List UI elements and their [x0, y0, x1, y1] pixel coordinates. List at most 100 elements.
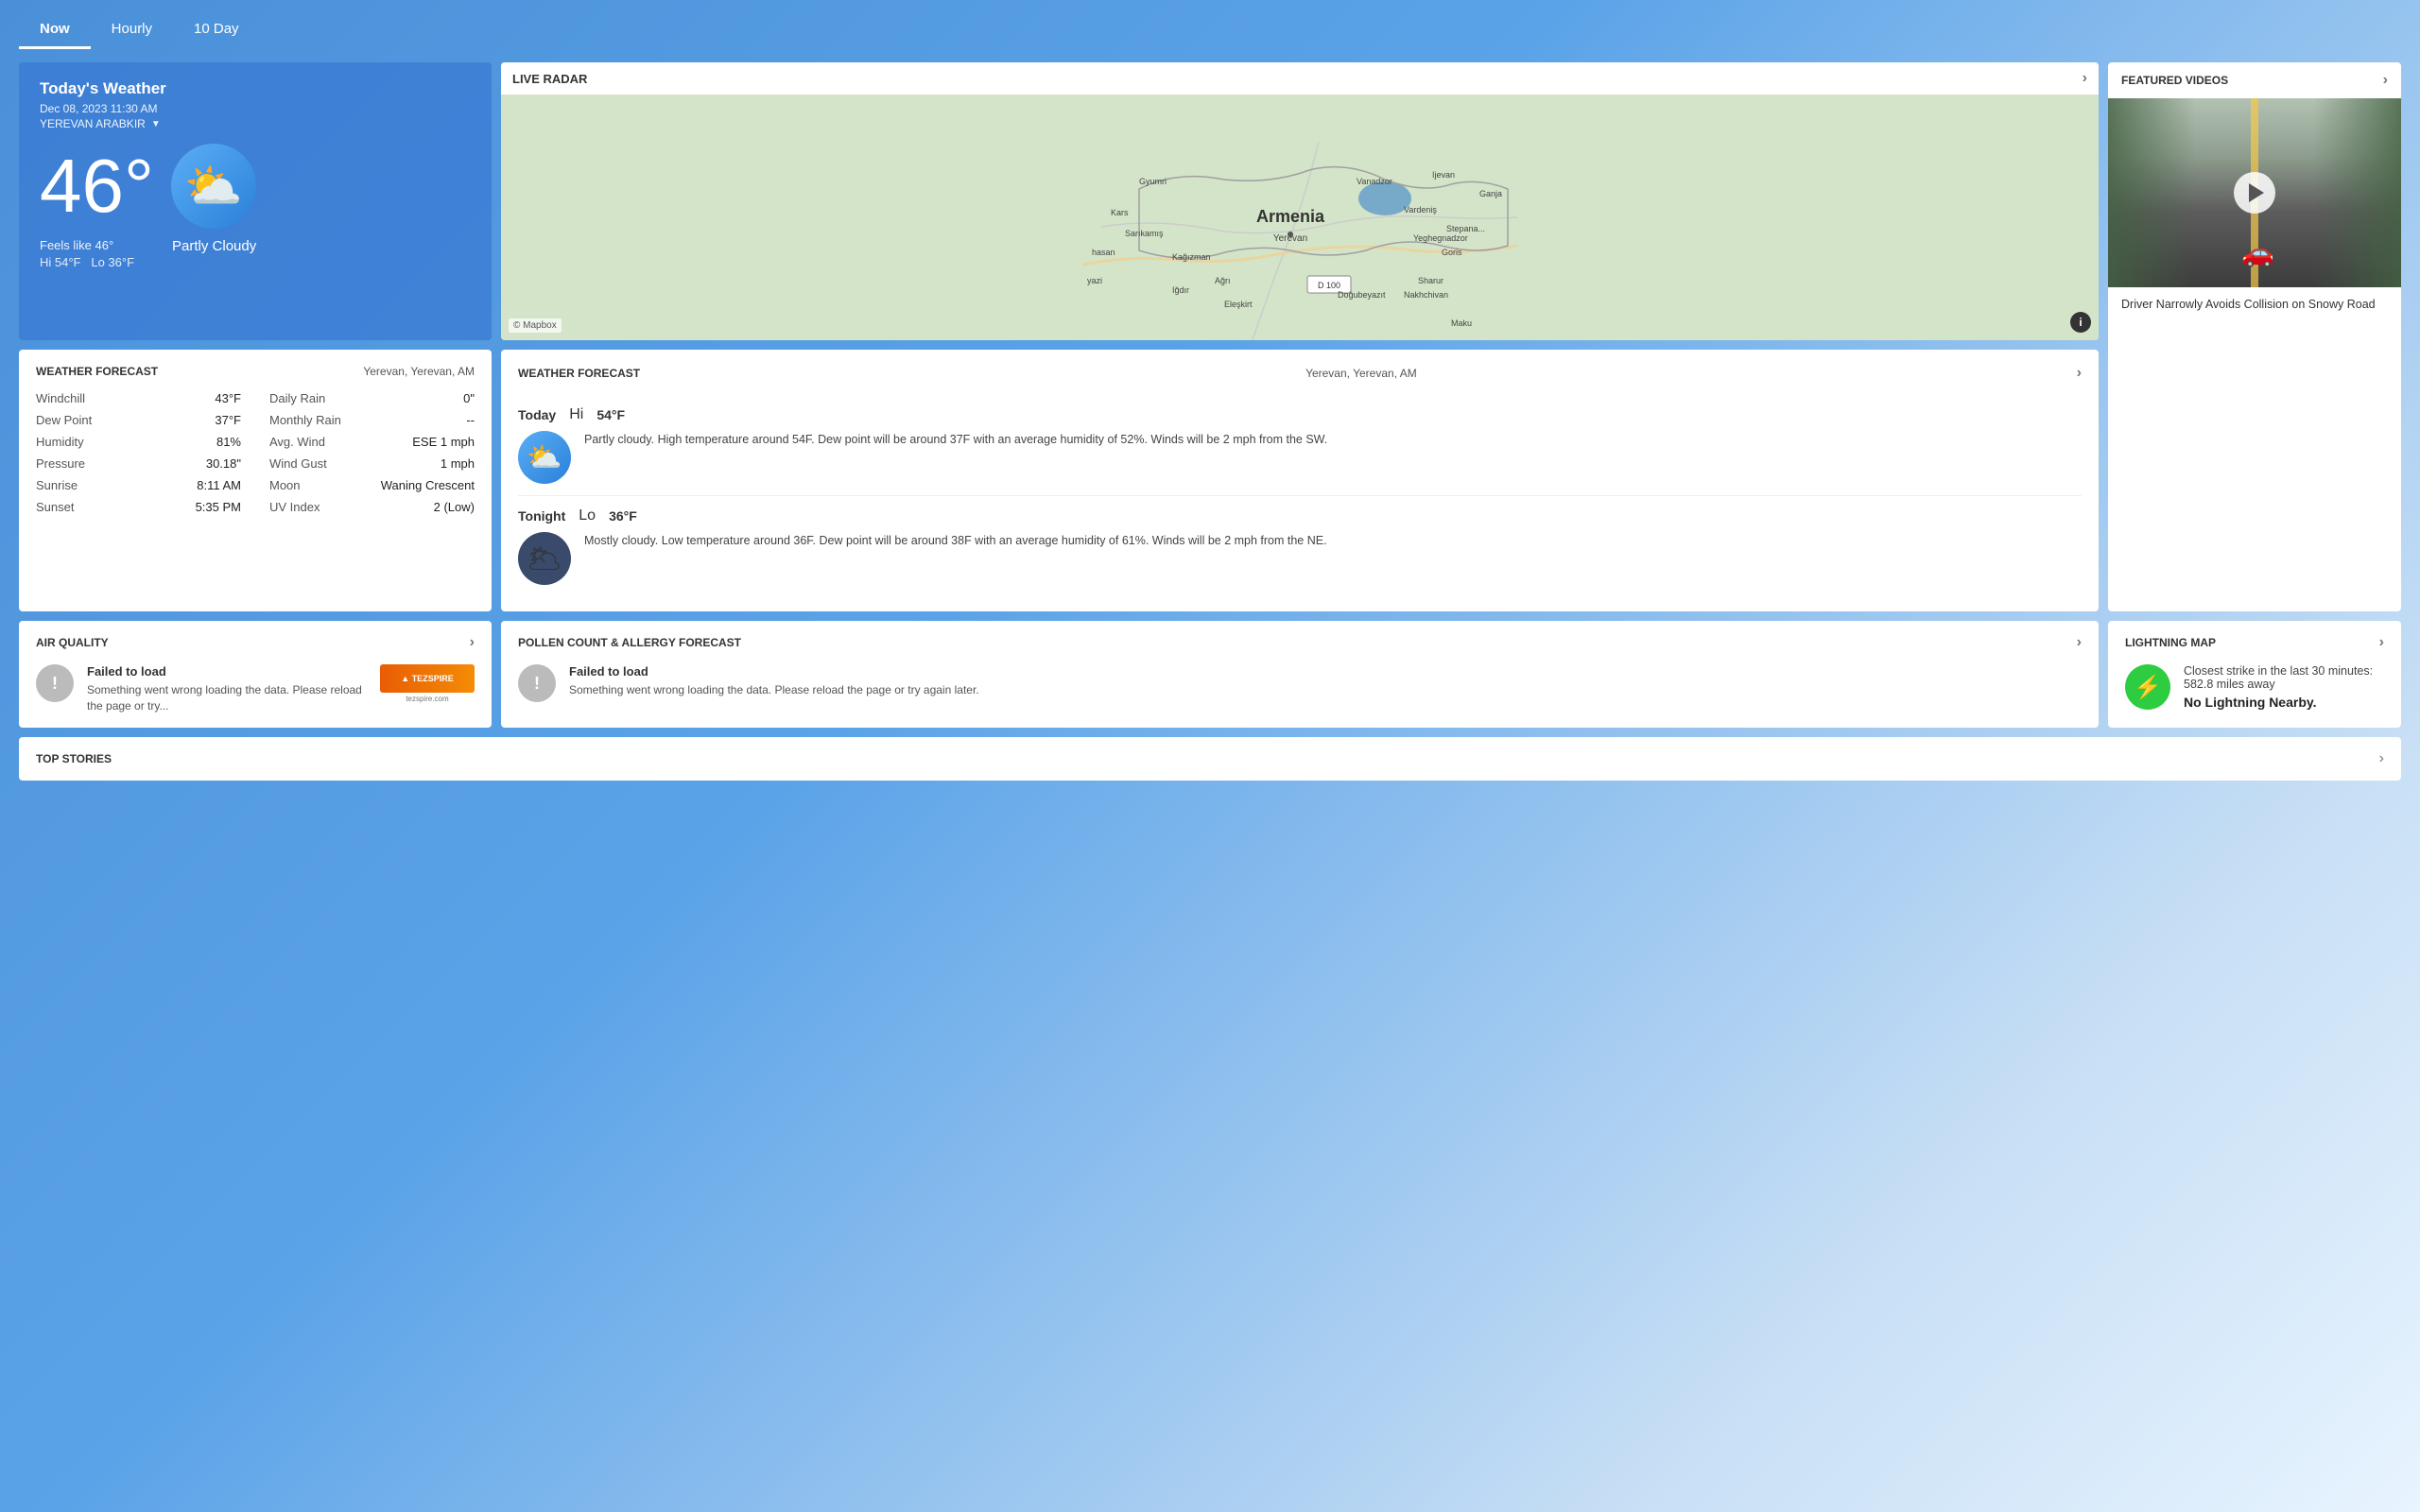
top-stories-title: TOP STORIES — [36, 752, 112, 765]
sunset-row: Sunset 5:35 PM — [36, 500, 241, 514]
tonight-temp-value: 36°F — [609, 508, 637, 524]
radar-map[interactable]: Armenia Yerevan Vanadzor Ijevan Gyumri K… — [501, 94, 2099, 340]
today-temp-value: 54°F — [596, 407, 625, 422]
live-radar-card: LIVE RADAR › Armenia Yerevan — [501, 62, 2099, 340]
top-stories-expand-icon[interactable]: › — [2379, 750, 2384, 767]
mapbox-credit: © Mapbox — [509, 318, 562, 333]
sunset-value: 5:35 PM — [196, 500, 241, 514]
forecast-periods-header: WEATHER FORECAST Yerevan, Yerevan, AM › — [518, 365, 2082, 382]
monthly-rain-value: -- — [466, 413, 475, 427]
windchill-value: 43°F — [215, 391, 241, 405]
featured-videos-expand-icon[interactable]: › — [2383, 72, 2388, 89]
moon-row: Moon Waning Crescent — [269, 478, 475, 492]
today-weather-icon: ⛅ — [518, 431, 571, 484]
tonight-period-name: Tonight — [518, 508, 565, 524]
air-quality-card: AIR QUALITY › ! Failed to load Something… — [19, 621, 492, 728]
today-period-name: Today — [518, 407, 556, 422]
windchill-row: Windchill 43°F — [36, 391, 241, 405]
dew-point-row: Dew Point 37°F — [36, 413, 241, 427]
pollen-count-error: ! Failed to load Something went wrong lo… — [518, 664, 2082, 702]
air-quality-error-icon: ! — [36, 664, 74, 702]
radar-header: LIVE RADAR › — [501, 62, 2099, 94]
svg-text:hasan: hasan — [1092, 248, 1115, 257]
svg-text:Ijevan: Ijevan — [1432, 170, 1455, 180]
featured-videos-header: FEATURED VIDEOS › — [2108, 62, 2401, 98]
monthly-rain-row: Monthly Rain -- — [269, 413, 475, 427]
tab-hourly[interactable]: Hourly — [91, 11, 173, 49]
wind-gust-label: Wind Gust — [269, 456, 327, 471]
forecast-details-card: WEATHER FORECAST Yerevan, Yerevan, AM Wi… — [19, 350, 492, 611]
moon-value: Waning Crescent — [381, 478, 475, 492]
todays-weather-card: Today's Weather Dec 08, 2023 11:30 AM YE… — [19, 62, 492, 340]
forecast-details-title: WEATHER FORECAST — [36, 365, 158, 378]
avg-wind-value: ESE 1 mph — [412, 435, 475, 449]
video-car-icon: 🚗 — [2241, 237, 2274, 268]
forecast-periods-card: WEATHER FORECAST Yerevan, Yerevan, AM › … — [501, 350, 2099, 611]
location-chevron-icon: ▼ — [151, 119, 161, 129]
forecast-today-period: Today Hi 54°F ⛅ Partly cloudy. High temp… — [518, 395, 2082, 496]
main-content: Today's Weather Dec 08, 2023 11:30 AM YE… — [0, 49, 2420, 794]
top-stories-card: TOP STORIES › — [19, 737, 2401, 781]
svg-text:Goris: Goris — [1442, 248, 1462, 257]
lightning-distance-value: 582.8 miles away — [2184, 678, 2275, 691]
radar-title: LIVE RADAR — [512, 72, 587, 86]
avg-wind-row: Avg. Wind ESE 1 mph — [269, 435, 475, 449]
forecast-periods-expand-icon[interactable]: › — [2077, 365, 2082, 382]
windchill-label: Windchill — [36, 391, 85, 405]
pressure-value: 30.18" — [206, 456, 241, 471]
video-thumbnail[interactable]: 🚗 — [2108, 98, 2401, 287]
map-info-button[interactable]: i — [2070, 312, 2091, 333]
lightning-distance-text: Closest strike in the last 30 minutes: — [2184, 664, 2373, 678]
lightning-status-text: No Lightning Nearby. — [2184, 695, 2373, 710]
svg-text:Nakhchivan: Nakhchivan — [1404, 290, 1448, 300]
today-period-header: Today Hi 54°F — [518, 406, 2082, 423]
lightning-text: Closest strike in the last 30 minutes: 5… — [2184, 664, 2373, 710]
temperature-display: 46° — [40, 148, 154, 224]
tab-10day[interactable]: 10 Day — [173, 11, 260, 49]
tonight-description: Mostly cloudy. Low temperature around 36… — [584, 532, 1327, 550]
air-quality-title: AIR QUALITY — [36, 636, 109, 649]
forecast-periods-title: WEATHER FORECAST — [518, 367, 640, 380]
lightning-map-expand-icon[interactable]: › — [2379, 634, 2384, 651]
sunrise-label: Sunrise — [36, 478, 78, 492]
pollen-count-error-icon: ! — [518, 664, 556, 702]
weather-location[interactable]: YEREVAN ARABKIR ▼ — [40, 117, 471, 130]
video-play-button[interactable] — [2234, 172, 2275, 214]
svg-text:Sarıkamış: Sarıkamış — [1125, 229, 1164, 238]
tab-now[interactable]: Now — [19, 11, 91, 49]
tonight-temp-label: Lo — [579, 507, 596, 524]
nav-tabs: Now Hourly 10 Day — [0, 0, 2420, 49]
svg-text:Iğdır: Iğdır — [1172, 285, 1189, 295]
condition-label: Partly Cloudy — [172, 238, 256, 269]
air-quality-error-text: Failed to load Something went wrong load… — [87, 664, 367, 714]
air-quality-header: AIR QUALITY › — [36, 634, 475, 651]
daily-rain-value: 0" — [463, 391, 475, 405]
today-description: Partly cloudy. High temperature around 5… — [584, 431, 1327, 449]
moon-label: Moon — [269, 478, 301, 492]
forecast-details-grid: Windchill 43°F Daily Rain 0" Dew Point 3… — [36, 391, 475, 514]
pressure-label: Pressure — [36, 456, 85, 471]
svg-text:Kağızman: Kağızman — [1172, 252, 1211, 262]
pollen-count-title: POLLEN COUNT & ALLERGY FORECAST — [518, 636, 741, 649]
radar-expand-icon[interactable]: › — [2083, 70, 2087, 87]
pollen-count-error-msg: Something went wrong loading the data. P… — [569, 682, 979, 698]
svg-text:Kars: Kars — [1111, 208, 1129, 217]
pollen-count-expand-icon[interactable]: › — [2077, 634, 2082, 651]
wind-gust-value: 1 mph — [441, 456, 475, 471]
weather-description-row: Feels like 46° Hi 54°F Lo 36°F Partly Cl… — [40, 238, 471, 269]
tonight-period-body: 🌥 Mostly cloudy. Low temperature around … — [518, 532, 2082, 585]
map-svg: Armenia Yerevan Vanadzor Ijevan Gyumri K… — [501, 94, 2099, 340]
uv-index-label: UV Index — [269, 500, 320, 514]
uv-index-row: UV Index 2 (Low) — [269, 500, 475, 514]
lightning-map-header: LIGHTNING MAP › — [2125, 634, 2384, 651]
svg-text:Doğubeyazıt: Doğubeyazıt — [1338, 290, 1386, 300]
svg-text:Vardeniş: Vardeniş — [1404, 205, 1437, 215]
forecast-details-header: WEATHER FORECAST Yerevan, Yerevan, AM — [36, 365, 475, 378]
svg-text:Ağrı: Ağrı — [1215, 276, 1231, 285]
ad-placeholder: ▲ TEZSPIRE tezspire.com — [380, 664, 475, 703]
svg-text:Maku: Maku — [1451, 318, 1472, 328]
dew-point-label: Dew Point — [36, 413, 92, 427]
air-quality-expand-icon[interactable]: › — [470, 634, 475, 651]
uv-index-value: 2 (Low) — [434, 500, 475, 514]
avg-wind-label: Avg. Wind — [269, 435, 325, 449]
